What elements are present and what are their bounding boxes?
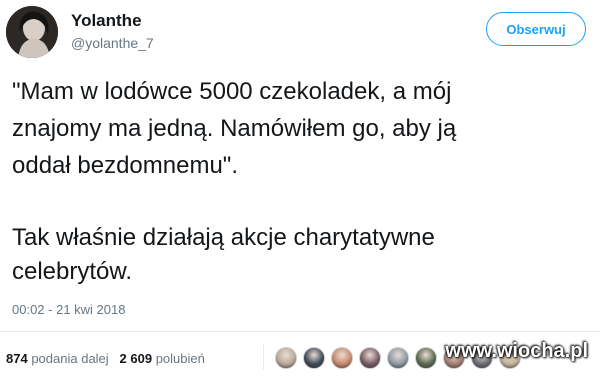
follow-button[interactable]: Obserwuj (486, 12, 586, 46)
retweets-count: 874 (6, 351, 28, 366)
avatar[interactable] (6, 6, 58, 58)
liker-avatar[interactable] (275, 347, 297, 369)
tweet-card: Yolanthe @yolanthe_7 Obserwuj "Mam w lod… (0, 0, 600, 384)
tweet-text-line: znajomy ma jedną. Namówiłem go, aby ją (12, 115, 457, 142)
watermark-logo: www.wiocha.pl (445, 340, 588, 362)
tweet-text-line: Tak właśnie działają akcje charytatywne (12, 224, 435, 251)
stats-separator (263, 344, 264, 370)
retweets-stat[interactable]: 874 podania dalej (6, 351, 109, 366)
liker-avatar[interactable] (415, 347, 437, 369)
liker-avatar[interactable] (303, 347, 325, 369)
engagement-stats: 874 podania dalej 2 609 polubień (6, 351, 205, 366)
likes-label: polubień (155, 351, 205, 366)
retweets-label: podania dalej (31, 351, 109, 366)
avatar-portrait-icon (6, 6, 58, 58)
likes-count: 2 609 (119, 351, 153, 366)
display-name[interactable]: Yolanthe (71, 11, 142, 31)
user-handle[interactable]: @yolanthe_7 (71, 35, 154, 51)
divider (0, 331, 600, 332)
liker-avatar[interactable] (387, 347, 409, 369)
likes-stat[interactable]: 2 609 polubień (120, 351, 205, 366)
tweet-text-line: "Mam w lodówce 5000 czekoladek, a mój (12, 78, 452, 105)
liker-avatar[interactable] (331, 347, 353, 369)
tweet-timestamp[interactable]: 00:02 - 21 kwi 2018 (12, 302, 125, 317)
liker-avatar[interactable] (359, 347, 381, 369)
tweet-text-line: oddał bezdomnemu". (12, 152, 238, 179)
tweet-text-line: celebrytów. (12, 258, 133, 285)
